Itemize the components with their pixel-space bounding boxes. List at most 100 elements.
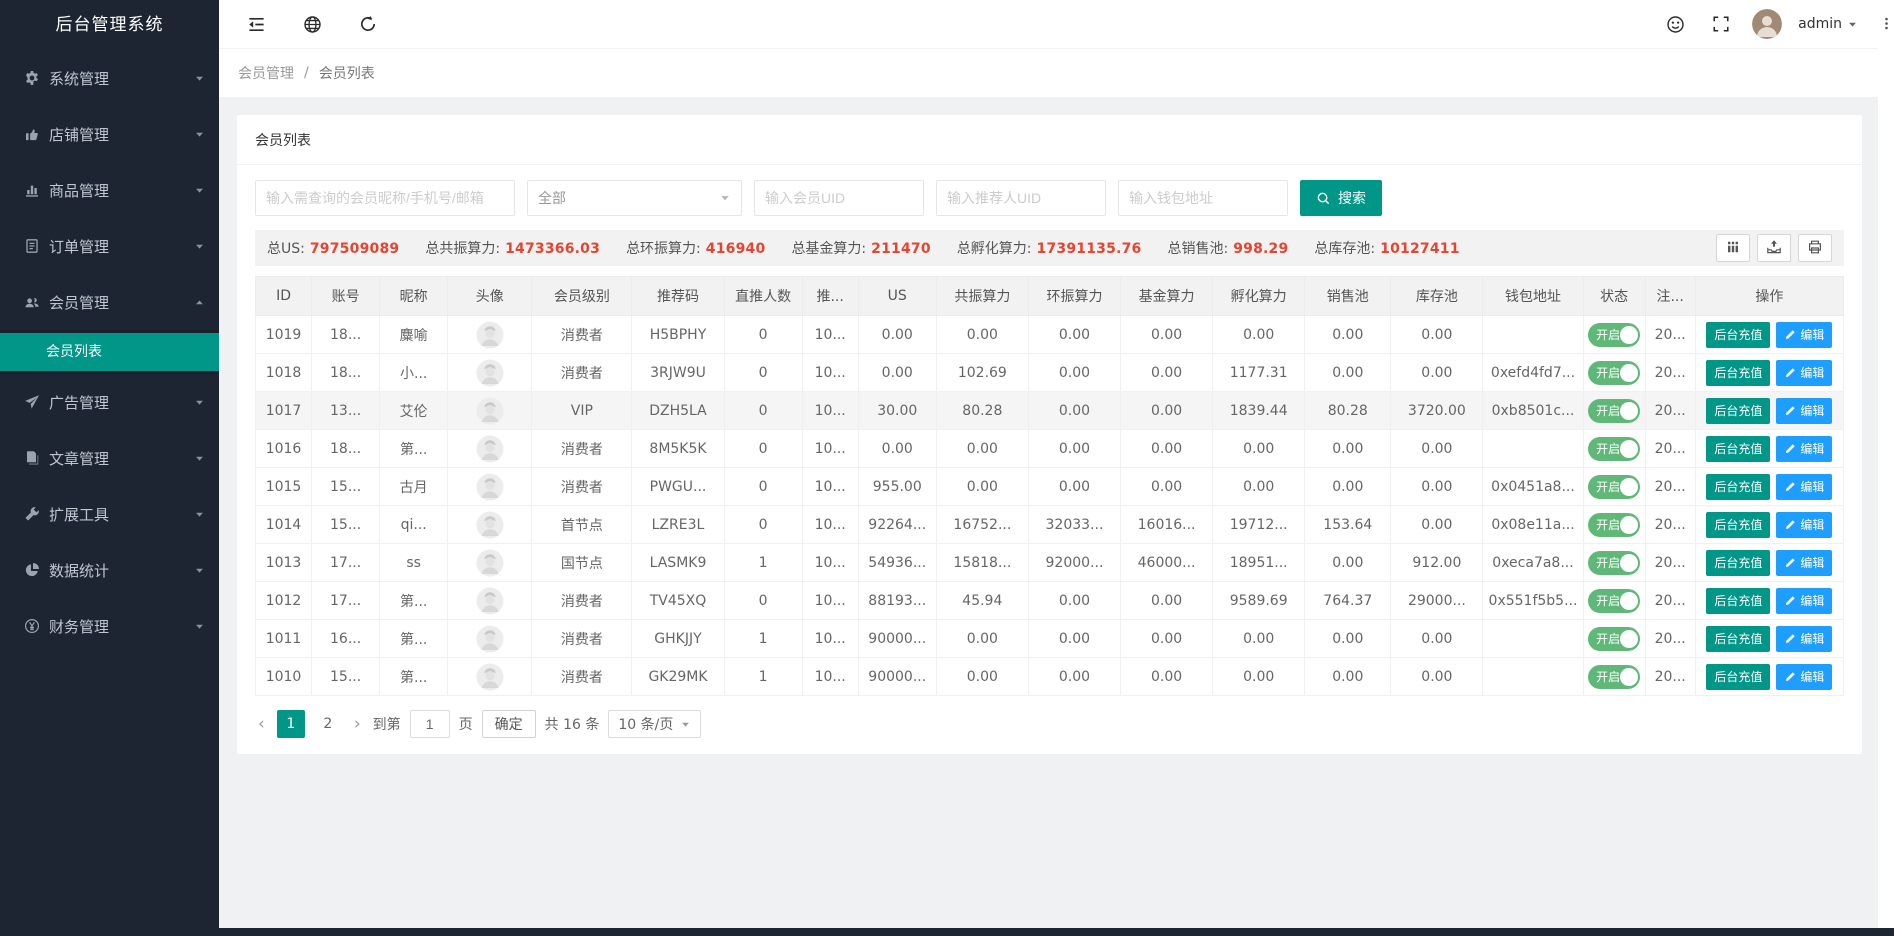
- cell-wallet: 0xb8501c...: [1483, 392, 1583, 430]
- edit-button[interactable]: 编辑: [1776, 398, 1832, 424]
- chevron-down-icon: [194, 453, 205, 464]
- sidebar-item-tools[interactable]: 扩展工具: [0, 486, 219, 542]
- recharge-button[interactable]: 后台充值: [1706, 550, 1770, 576]
- sidebar-item-articles[interactable]: 文章管理: [0, 430, 219, 486]
- edit-button[interactable]: 编辑: [1776, 436, 1832, 462]
- menu-fold-icon[interactable]: [237, 0, 275, 48]
- prev-page-button[interactable]: ‹: [255, 710, 268, 738]
- cell-direct: 0: [724, 582, 802, 620]
- wrench-icon: [24, 506, 41, 523]
- wallet-input[interactable]: [1118, 180, 1288, 216]
- sidebar-item-system[interactable]: 系统管理: [0, 50, 219, 106]
- recharge-button[interactable]: 后台充值: [1706, 588, 1770, 614]
- edit-button[interactable]: 编辑: [1776, 664, 1832, 690]
- cell-code: H5BPHY: [632, 316, 724, 354]
- column-header-status: 状态: [1583, 277, 1645, 316]
- edit-button[interactable]: 编辑: [1776, 550, 1832, 576]
- edit-button[interactable]: 编辑: [1776, 360, 1832, 386]
- table-row: 101415...qi...首节点LZRE3L010...92264...167…: [256, 506, 1844, 544]
- cell-date: 20...: [1645, 430, 1695, 468]
- status-toggle[interactable]: 开启: [1588, 551, 1640, 575]
- columns-icon: [1725, 239, 1741, 258]
- sidebar-item-label: 订单管理: [49, 236, 194, 257]
- stat-value: 17391135.76: [1037, 241, 1142, 257]
- recharge-button[interactable]: 后台充值: [1706, 360, 1770, 386]
- cell-stock: 912.00: [1391, 544, 1483, 582]
- more-vert-icon[interactable]: [1879, 16, 1894, 31]
- recharge-button[interactable]: 后台充值: [1706, 626, 1770, 652]
- confirm-button[interactable]: 确定: [482, 710, 536, 738]
- sidebar-item-member-list[interactable]: 会员列表: [0, 333, 219, 371]
- recharge-button[interactable]: 后台充值: [1706, 436, 1770, 462]
- chevron-down-icon: [194, 565, 205, 576]
- page-number-1[interactable]: 1: [277, 710, 305, 738]
- next-page-button[interactable]: ›: [351, 710, 364, 738]
- uid-input[interactable]: [754, 180, 924, 216]
- status-toggle[interactable]: 开启: [1588, 513, 1640, 537]
- cell-status: 开启: [1583, 316, 1645, 354]
- sidebar-item-stats[interactable]: 数据统计: [0, 542, 219, 598]
- sidebar-item-orders[interactable]: 订单管理: [0, 218, 219, 274]
- pencil-icon: [1784, 633, 1796, 645]
- pencil-icon: [1784, 329, 1796, 341]
- edit-button[interactable]: 编辑: [1776, 588, 1832, 614]
- sidebar-item-shop[interactable]: 店铺管理: [0, 106, 219, 162]
- status-toggle[interactable]: 开启: [1588, 437, 1640, 461]
- goto-page-input[interactable]: [410, 710, 450, 738]
- recharge-button[interactable]: 后台充值: [1706, 664, 1770, 690]
- breadcrumb-parent[interactable]: 会员管理: [238, 63, 294, 83]
- refresh-icon[interactable]: [349, 0, 387, 48]
- cell-avatar: [448, 354, 532, 392]
- print-button[interactable]: [1798, 234, 1832, 262]
- cell-resonance: 16752...: [936, 506, 1028, 544]
- status-toggle[interactable]: 开启: [1588, 399, 1640, 423]
- cell-actions: 后台充值编辑: [1695, 316, 1843, 354]
- header-right: admin: [1660, 0, 1858, 48]
- sidebar-item-label: 商品管理: [49, 180, 194, 201]
- edit-button-label: 编辑: [1800, 630, 1824, 647]
- level-select[interactable]: 全部: [527, 180, 742, 216]
- edit-button[interactable]: 编辑: [1776, 322, 1832, 348]
- sidebar-item-finance[interactable]: 财务管理: [0, 598, 219, 654]
- cell-stock: 0.00: [1391, 354, 1483, 392]
- chevron-down-icon: [194, 73, 205, 84]
- status-toggle[interactable]: 开启: [1588, 361, 1640, 385]
- referrer-uid-input[interactable]: [936, 180, 1106, 216]
- cell-id: 1012: [256, 582, 312, 620]
- status-toggle[interactable]: 开启: [1588, 627, 1640, 651]
- sidebar-item-ads[interactable]: 广告管理: [0, 374, 219, 430]
- edit-button[interactable]: 编辑: [1776, 512, 1832, 538]
- cell-date: 20...: [1645, 468, 1695, 506]
- status-toggle[interactable]: 开启: [1588, 589, 1640, 613]
- recharge-button[interactable]: 后台充值: [1706, 512, 1770, 538]
- edit-button[interactable]: 编辑: [1776, 474, 1832, 500]
- sidebar-item-goods[interactable]: 商品管理: [0, 162, 219, 218]
- cell-stock: 29000...: [1391, 582, 1483, 620]
- keyword-input[interactable]: [255, 180, 515, 216]
- status-toggle[interactable]: 开启: [1588, 323, 1640, 347]
- user-menu[interactable]: admin: [1798, 16, 1858, 32]
- edit-button[interactable]: 编辑: [1776, 626, 1832, 652]
- stat-label: 总销售池:: [1167, 241, 1228, 257]
- status-toggle[interactable]: 开启: [1588, 475, 1640, 499]
- avatar[interactable]: [1752, 9, 1782, 39]
- cell-level: 国节点: [532, 544, 632, 582]
- breadcrumb-separator: /: [304, 65, 309, 81]
- recharge-button[interactable]: 后台充值: [1706, 322, 1770, 348]
- cell-status: 开启: [1583, 506, 1645, 544]
- search-button[interactable]: 搜索: [1300, 180, 1382, 216]
- export-button[interactable]: [1757, 234, 1791, 262]
- status-toggle[interactable]: 开启: [1588, 665, 1640, 689]
- fullscreen-icon[interactable]: [1706, 0, 1736, 48]
- face-icon[interactable]: [1660, 0, 1690, 48]
- member-table-wrap: ID账号昵称头像会员级别推荐码直推人数推...US共振算力环振算力基金算力孵化算…: [255, 276, 1844, 696]
- breadcrumb-current: 会员列表: [319, 63, 375, 83]
- page-size-select[interactable]: 10 条/页: [608, 710, 701, 738]
- globe-icon[interactable]: [293, 0, 331, 48]
- cell-hatch: 0.00: [1213, 658, 1305, 696]
- page-number-2[interactable]: 2: [314, 710, 342, 738]
- recharge-button[interactable]: 后台充值: [1706, 474, 1770, 500]
- sidebar-item-members[interactable]: 会员管理: [0, 274, 219, 330]
- columns-button[interactable]: [1716, 234, 1750, 262]
- recharge-button[interactable]: 后台充值: [1706, 398, 1770, 424]
